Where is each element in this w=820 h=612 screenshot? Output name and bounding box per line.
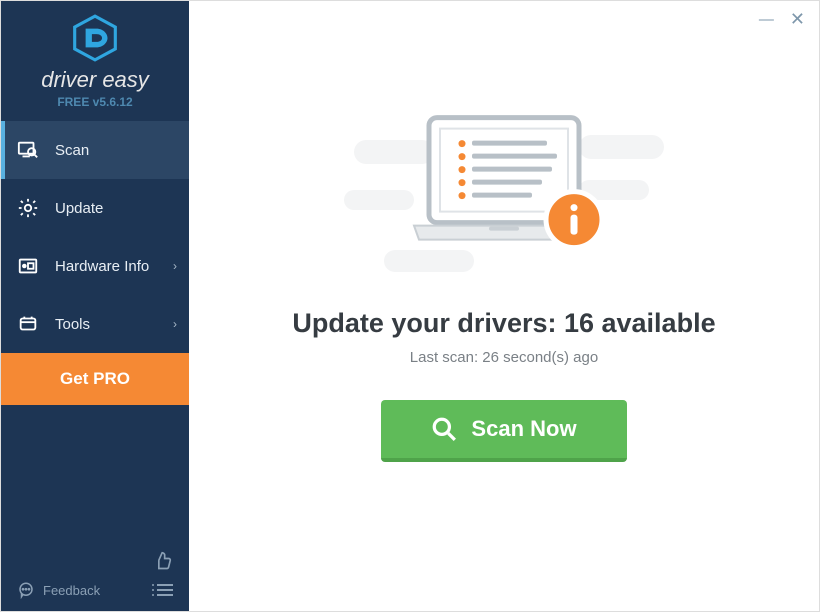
thumbs-up-button[interactable]	[17, 551, 173, 571]
nav-tools[interactable]: Tools ›	[1, 295, 189, 353]
nav-scan-label: Scan	[55, 142, 89, 159]
get-pro-button[interactable]: Get PRO	[1, 353, 189, 405]
window-controls: — ✕	[189, 1, 819, 30]
brand-name: driver easy	[41, 67, 149, 93]
headline: Update your drivers: 16 available	[292, 308, 715, 339]
nav-hardware-info[interactable]: Hardware Info ›	[1, 237, 189, 295]
sidebar-footer: Feedback	[1, 543, 189, 611]
hardware-icon	[17, 255, 39, 277]
scan-now-button[interactable]: Scan Now	[381, 400, 626, 462]
chevron-right-icon: ›	[173, 259, 177, 273]
close-button[interactable]: ✕	[790, 9, 805, 30]
menu-icon[interactable]	[157, 584, 173, 596]
nav-hardware-label: Hardware Info	[55, 258, 149, 275]
content: Update your drivers: 16 available Last s…	[189, 30, 819, 611]
nav-scan[interactable]: Scan	[1, 121, 189, 179]
feedback-button[interactable]: Feedback	[17, 581, 100, 599]
sidebar-spacer	[1, 405, 189, 543]
sidebar: driver easy FREE v5.6.12 Scan	[1, 1, 189, 611]
illustration	[344, 110, 664, 290]
scan-now-label: Scan Now	[471, 416, 576, 442]
last-scan-text: Last scan: 26 second(s) ago	[410, 349, 598, 366]
brand-logo-icon	[70, 13, 120, 63]
main-panel: — ✕	[189, 1, 819, 611]
footer-row: Feedback	[17, 581, 173, 599]
chevron-right-icon: ›	[173, 317, 177, 331]
minimize-button[interactable]: —	[759, 11, 774, 28]
gear-icon	[17, 197, 39, 219]
nav-tools-label: Tools	[55, 316, 90, 333]
nav: Scan Update	[1, 121, 189, 353]
tools-icon	[17, 313, 39, 335]
scan-monitor-icon	[17, 139, 39, 161]
logo-area: driver easy FREE v5.6.12	[1, 1, 189, 117]
app-window: driver easy FREE v5.6.12 Scan	[0, 0, 820, 612]
nav-update-label: Update	[55, 200, 103, 217]
magnifier-icon	[431, 416, 457, 442]
feedback-label: Feedback	[43, 583, 100, 598]
nav-update[interactable]: Update	[1, 179, 189, 237]
version-label: FREE v5.6.12	[57, 95, 132, 109]
